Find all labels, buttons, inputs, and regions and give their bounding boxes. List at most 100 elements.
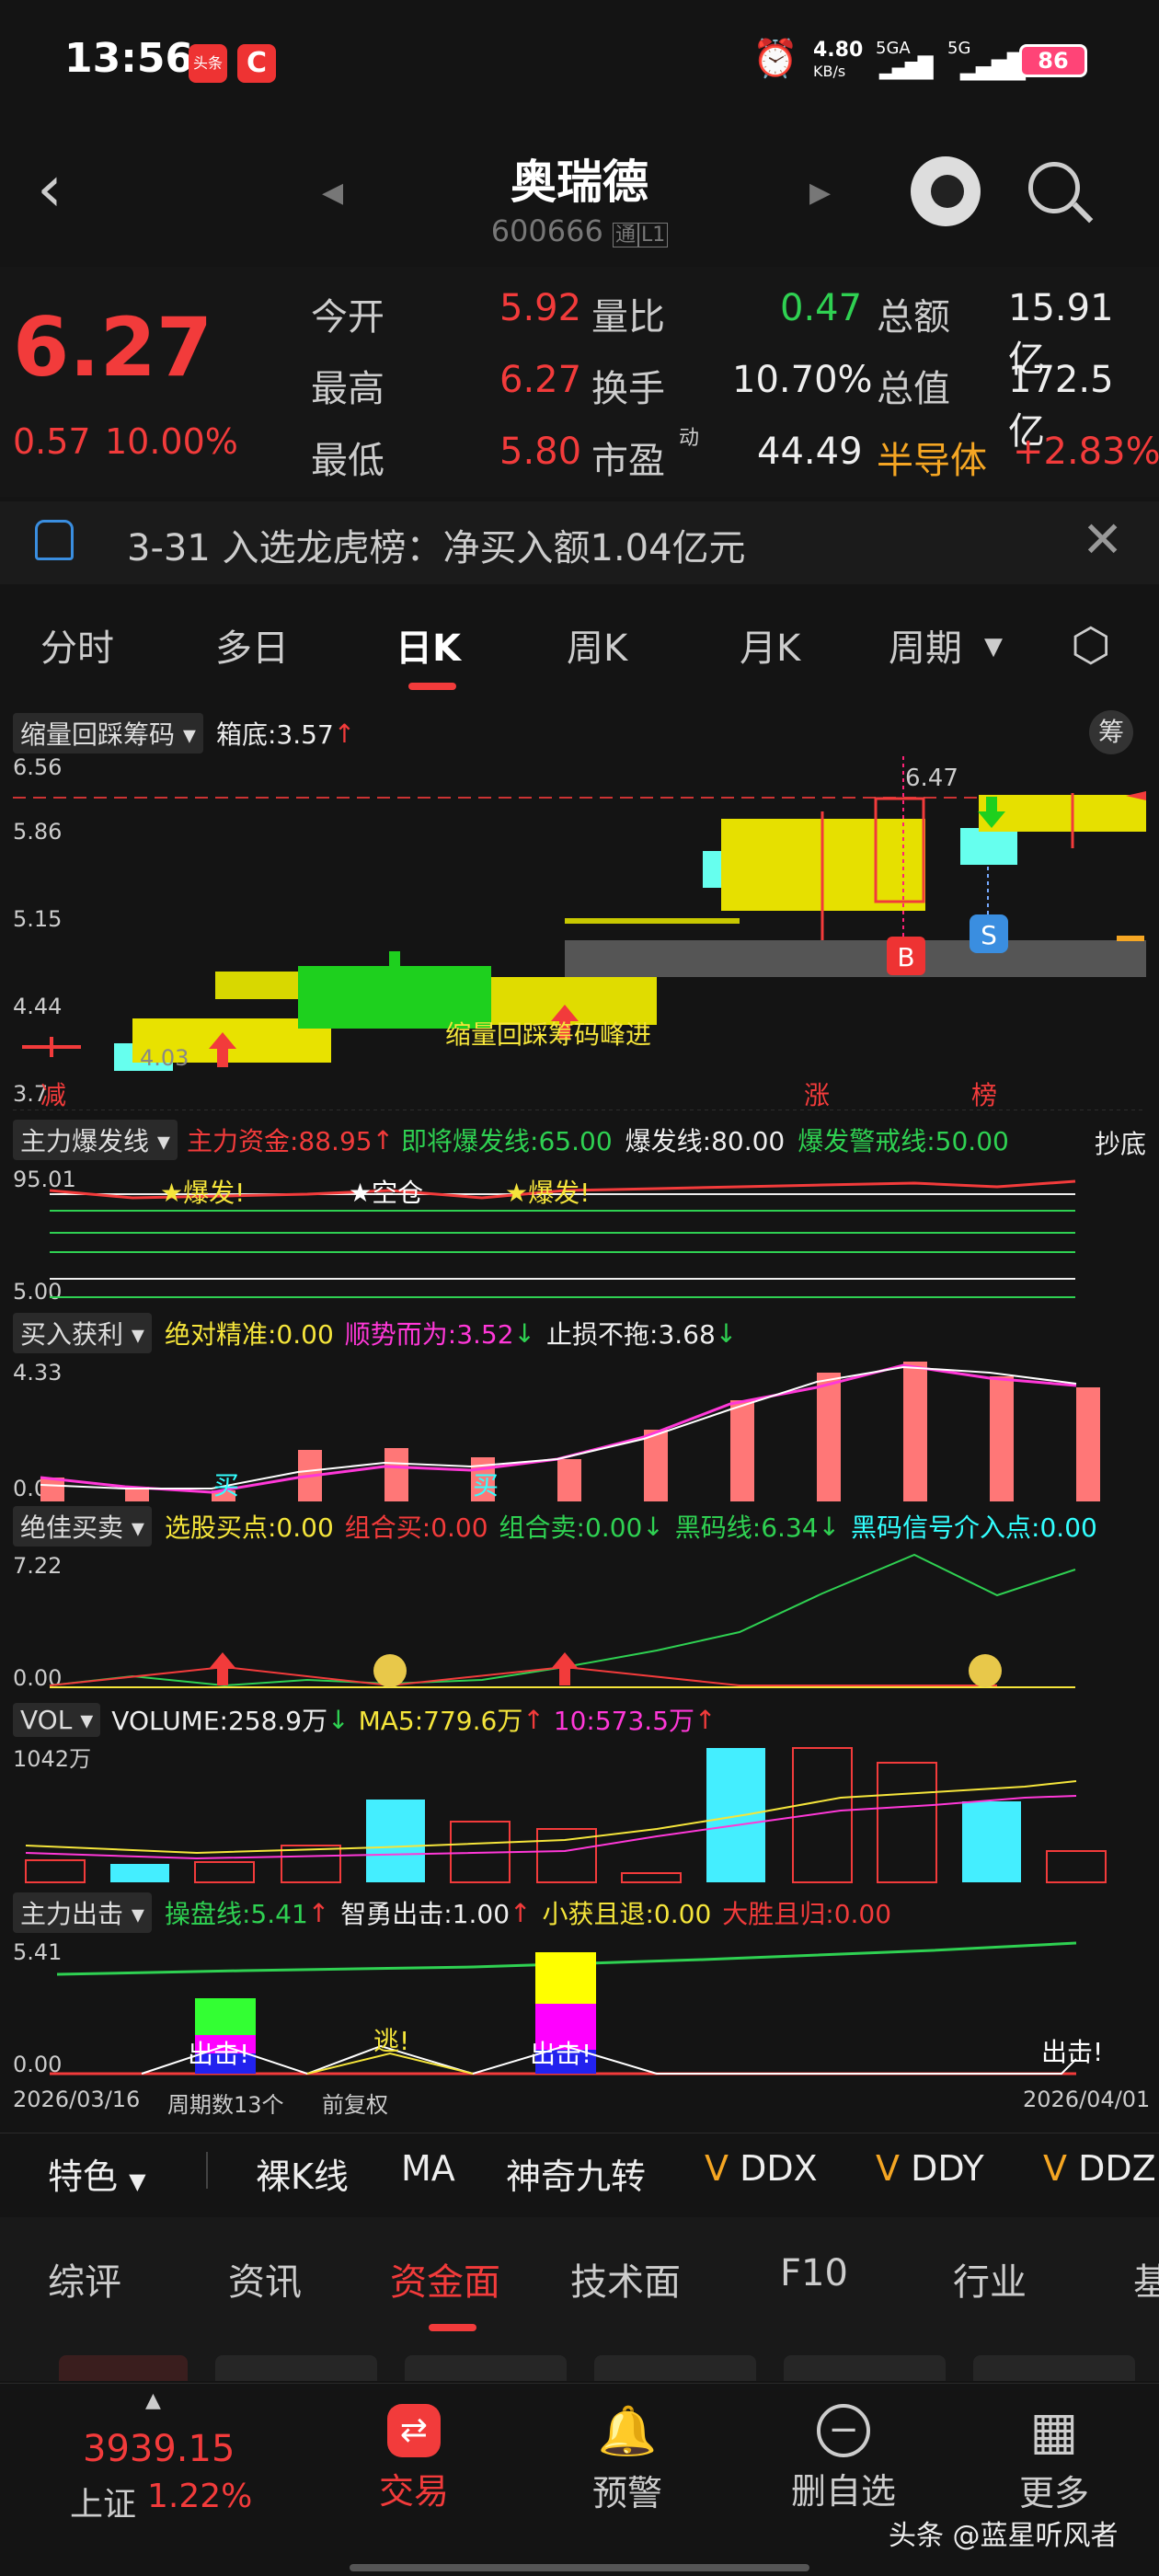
feature-dropdown[interactable]: 特色 ▼ — [48, 2148, 146, 2199]
money-bag-icon — [373, 1654, 407, 1687]
feature-td9[interactable]: 神奇九转 — [506, 2148, 646, 2199]
tab-technical[interactable]: 技术面 — [570, 2252, 681, 2306]
nav-alert[interactable]: 🔔 预警 — [581, 2404, 673, 2515]
chip-peak-band — [565, 940, 1146, 977]
label-low: 最低 — [311, 440, 384, 482]
chip-distribution-button[interactable]: 筹 — [1089, 710, 1133, 754]
quote-row: 最高 6.27 换手 10.70% 总值 172.5亿 — [311, 359, 1148, 453]
tab-period[interactable]: 周期 — [889, 618, 962, 672]
subtab-chip — [973, 2355, 1135, 2381]
index-pct: 1.22% — [147, 2478, 253, 2515]
alarm-icon: ⏰ — [752, 38, 798, 80]
tab-daily-k[interactable]: 日K — [396, 618, 461, 672]
ind3-item: 选股买点:0.00 — [164, 1512, 334, 1543]
bell-icon — [35, 520, 74, 560]
ind2-selector[interactable]: 买入获利 ▾ — [13, 1313, 152, 1353]
volume-bar — [1046, 1850, 1107, 1883]
signal-bars-icon-2: ▂▄▆█ — [960, 53, 1026, 81]
ind5-selector[interactable]: 主力出击 ▾ — [13, 1892, 152, 1933]
expand-up-icon[interactable]: ▲ — [145, 2389, 161, 2412]
active-tab-indicator — [408, 683, 456, 690]
index-value[interactable]: 3939.15 — [83, 2428, 235, 2470]
buy-arrow-icon — [551, 1652, 579, 1685]
tab-multiday[interactable]: 多日 — [215, 618, 289, 672]
escape-label: 逃! — [373, 2026, 409, 2056]
ind5-item: 智勇出击:1.00 — [340, 1899, 511, 1929]
feature-ddx[interactable]: V DDX — [705, 2148, 818, 2189]
annotation-label: 缩量回踩筹码峰进 — [445, 1019, 651, 1050]
label-vol-ratio: 量比 — [591, 296, 665, 339]
ind3-item: 组合卖:0.00 — [499, 1512, 643, 1543]
bell-icon: 🔔 — [597, 2404, 658, 2459]
tab-industry[interactable]: 行业 — [953, 2252, 1027, 2306]
close-icon[interactable]: ✕ — [1082, 511, 1123, 569]
feature-ddz-label: DDZ — [1078, 2148, 1156, 2189]
y-label: 5.15 — [13, 906, 62, 932]
tab-capital[interactable]: 资金面 — [390, 2252, 500, 2306]
adjust-mode[interactable]: 前复权 — [322, 2087, 388, 2119]
price-change: 0.57 — [13, 421, 91, 462]
nav-trade[interactable]: ⇄ 交易 — [377, 2404, 451, 2513]
ind2-item: 绝对精准:0.00 — [164, 1319, 334, 1350]
low-price-label: 4.03 — [140, 1045, 189, 1071]
y-label: 95.01 — [13, 1167, 76, 1192]
trade-icon: ⇄ — [387, 2404, 441, 2457]
ind2-chart: 4.33 0.00 买 买 — [13, 1360, 1100, 1501]
ind3-selector[interactable]: 绝佳买卖 ▾ — [13, 1506, 152, 1547]
y-label: 7.22 — [13, 1553, 62, 1579]
mascot-icon[interactable] — [911, 156, 981, 226]
tab-minute[interactable]: 分时 — [40, 618, 114, 672]
subtab-chip — [784, 2355, 946, 2381]
candle — [960, 828, 1017, 865]
ind1-item: 爆发警戒线:50.00 — [798, 1126, 1009, 1156]
value-pe: 44.49 — [757, 431, 863, 473]
nav-more[interactable]: ▦ 更多 — [1008, 2404, 1100, 2515]
label-high: 最高 — [311, 368, 384, 410]
signal-bars-icon: ▂▄▆█ — [879, 57, 934, 80]
feature-ma[interactable]: MA — [401, 2148, 455, 2189]
tab-weekly-k[interactable]: 周K — [567, 618, 627, 672]
ind3-title: 绝佳买卖 ▾ 选股买点:0.00 组合买:0.00 组合卖:0.00 ↓ 黑码线:… — [13, 1505, 1097, 1547]
sector-name[interactable]: 半导体 — [877, 431, 987, 484]
ind2-item: 顺势而为:3.52 — [344, 1319, 514, 1350]
buy-label: 买 — [213, 1470, 239, 1501]
ind3-name: 绝佳买卖 — [20, 1512, 124, 1543]
signal-5ga: 5GA — [876, 39, 911, 58]
up-arrow-icon: ↑ — [333, 718, 356, 749]
tab-more-cut[interactable]: 基 — [1133, 2252, 1159, 2306]
marker-list: 榜 — [971, 1080, 997, 1110]
ind2-title: 买入获利 ▾ 绝对精准:0.00 顺势而为:3.52 ↓ 止损不拖:3.68 ↓ — [13, 1312, 737, 1354]
settings-hex-icon[interactable]: ⬡ — [1071, 618, 1111, 672]
volume-bar — [366, 1800, 425, 1882]
next-stock-icon[interactable]: ▶ — [809, 177, 831, 209]
notice-bar[interactable]: 3-31 入选龙虎榜：净买入额1.04亿元 ✕ — [0, 501, 1159, 584]
empty-label: ★空仓 — [349, 1178, 423, 1208]
ind4-selector[interactable]: VOL ▾ — [13, 1702, 101, 1737]
feature-ddy[interactable]: V DDY — [876, 2148, 984, 2189]
tab-news[interactable]: 资讯 — [228, 2252, 302, 2306]
burst-label: ★爆发! — [505, 1178, 590, 1208]
period-dropdown-icon[interactable]: ▼ — [984, 633, 1003, 661]
money-bag-icon — [969, 1654, 1002, 1687]
ind5-name: 主力出击 — [20, 1899, 124, 1929]
feature-ddz[interactable]: V DDZ — [1043, 2148, 1156, 2189]
ind1-title: 主力爆发线 ▾ 主力资金:88.95 ↑ 即将爆发线:65.00 爆发线:80.0… — [13, 1119, 1009, 1161]
ind1-selector[interactable]: 主力爆发线 ▾ — [13, 1120, 178, 1160]
feature-bar: 特色 ▼ 裸K线 MA 神奇九转 V DDX V DDY V DDZ — [0, 2133, 1159, 2208]
status-time: 13:56 — [64, 35, 194, 82]
notice-text: 3-31 入选龙虎榜：净买入额1.04亿元 — [127, 527, 746, 569]
feature-naked-k[interactable]: 裸K线 — [256, 2148, 349, 2199]
active-tab-indicator — [429, 2324, 476, 2331]
tab-overview[interactable]: 综评 — [48, 2252, 121, 2306]
nav-remove-watchlist[interactable]: − 删自选 — [784, 2404, 903, 2513]
ind4-item: 10:573.5万 — [553, 1706, 695, 1736]
ma10-line — [25, 1795, 1077, 1860]
tab-f10[interactable]: F10 — [780, 2252, 848, 2294]
bar — [1076, 1387, 1100, 1501]
main-indicator-selector[interactable]: 缩量回踩筹码 ▾ — [13, 713, 203, 753]
tab-monthly-k[interactable]: 月K — [740, 618, 800, 672]
stock-code: 600666 — [490, 213, 603, 248]
b-signal-label: B — [897, 942, 914, 972]
nav-alert-label: 预警 — [591, 2473, 662, 2513]
ind1-item: 爆发线:80.00 — [625, 1126, 786, 1156]
